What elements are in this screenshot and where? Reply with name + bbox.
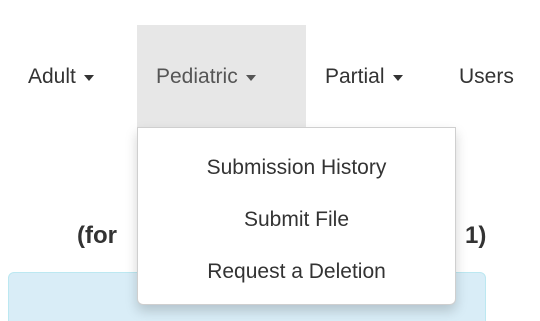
page-heading-left-fragment: (for bbox=[77, 222, 117, 249]
caret-down-icon bbox=[83, 74, 94, 81]
dropdown-item-submission-history[interactable]: Submission History bbox=[138, 154, 455, 182]
nav-item-adult-label: Adult bbox=[28, 64, 76, 88]
nav-item-pediatric-label: Pediatric bbox=[156, 64, 238, 88]
nav-item-adult[interactable]: Adult bbox=[28, 25, 94, 128]
caret-down-icon bbox=[392, 74, 403, 81]
page: Adult Pediatric Partial Users (for 1) Su… bbox=[0, 0, 540, 321]
caret-down-icon bbox=[245, 74, 256, 81]
nav-item-partial-label: Partial bbox=[325, 64, 385, 88]
navbar: Adult Pediatric Partial Users bbox=[0, 25, 540, 128]
dropdown-item-submit-file[interactable]: Submit File bbox=[138, 206, 455, 234]
nav-item-users[interactable]: Users bbox=[459, 25, 514, 128]
dropdown-item-request-deletion[interactable]: Request a Deletion bbox=[138, 258, 455, 286]
nav-item-pediatric[interactable]: Pediatric bbox=[137, 25, 306, 128]
nav-item-users-label: Users bbox=[459, 64, 514, 88]
pediatric-dropdown-menu: Submission History Submit File Request a… bbox=[137, 127, 456, 305]
nav-item-partial[interactable]: Partial bbox=[325, 25, 403, 128]
page-heading-right-fragment: 1) bbox=[465, 222, 487, 249]
